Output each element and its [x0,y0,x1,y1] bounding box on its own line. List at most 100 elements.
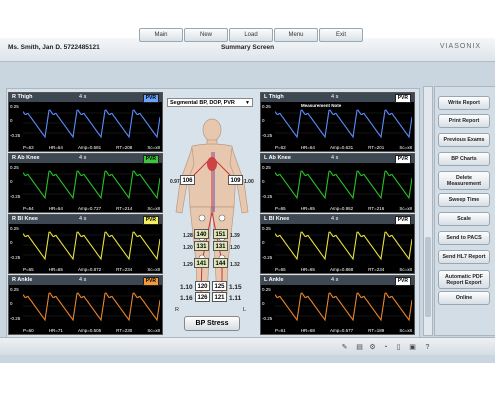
scrollbar[interactable] [423,86,433,336]
status-bar [0,337,495,355]
stat-value: RT=208 [116,145,133,150]
stat-value: P=65 [275,206,286,211]
pvr-badge: PVR [142,94,159,103]
y-tick-label: -0.25 [262,255,273,260]
sweep-time-button[interactable]: Sweep Time [438,193,490,207]
waveform-trace [23,109,160,139]
help-icon[interactable]: ? [423,343,432,352]
waveform-panel[interactable]: L Ab Knee 4 s PVR 0.25 0 -0.25 P=65 HR=65… [260,153,415,213]
panel-stats: P=65 HR=65 Amp=0.872 RT=234 Sc=x8 [23,267,160,272]
waveform-trace [275,292,412,322]
stat-value: Sc=x8 [399,206,412,211]
waveform-panel[interactable]: R Ankle 4 s PVR 0.25 0 -0.25 P=60 HR=71 Am… [8,275,163,335]
exit-button[interactable]: Exit [319,28,363,42]
send-to-pacs-button[interactable]: Send to PACS [438,231,490,245]
y-tick-label: -0.25 [262,316,273,321]
ankle2-l-index: 1.11 [229,295,242,302]
stat-value: HR=65 [300,206,315,211]
wrench-icon[interactable]: ✎ [340,343,349,352]
waveform-trace [23,292,160,322]
stat-value: P=65 [23,267,34,272]
brand-logo: VIASONIX [439,43,481,50]
stat-value: HR=64 [48,206,63,211]
waveform-panel[interactable]: L Thigh 4 s PVR Measurement Note 0.25 0 … [260,92,415,152]
panel-stats: P=63 HR=64 Amp=0.631 RT=201 Sc=x8 [275,145,412,150]
panel-location: L Bl Knee [264,216,290,222]
y-tick-label: -0.25 [10,316,21,321]
thigh-l-index: 1.39 [230,233,240,239]
stat-value: RT=189 [368,328,385,333]
thigh-r-index: 1.28 [183,233,193,239]
online-button[interactable]: Online [438,291,490,305]
stat-value: RT=201 [368,145,385,150]
bp-charts-button[interactable]: BP Charts [438,152,490,166]
blknee-l-index: 1.32 [230,262,240,268]
waveform-panel[interactable]: R Bl Knee 4 s PVR 0.25 0 -0.25 P=65 HR=65… [8,214,163,274]
right-side-label: R [175,307,179,313]
stat-value: RT=234 [116,267,133,272]
send-hl7-report-button[interactable]: Send HL7 Report [438,250,490,264]
new-button[interactable]: New [184,28,228,42]
abknee-r-index: 1.20 [183,245,193,251]
y-tick-label: -0.25 [10,133,21,138]
y-tick-label: -0.25 [10,255,21,260]
stat-value: Amp=0.581 [77,145,102,150]
load-button[interactable]: Load [229,28,273,42]
heart-icon [207,157,217,171]
panel-time: 4 s [79,277,87,283]
y-tick-label: 0 [262,240,265,245]
stat-value: HR=71 [48,328,63,333]
stat-value: RT=214 [116,206,133,211]
stat-value: Amp=0.952 [329,206,354,211]
waveform-trace [23,170,160,200]
bell-icon[interactable]: ◔ [381,343,390,352]
stat-value: P=64 [23,206,34,211]
stat-value: Amp=0.868 [329,267,354,272]
thigh-l-pressure: 151 [213,229,228,239]
waveform-panel[interactable]: R Thigh 4 s PVR 0.25 0 -0.25 P=63 HR=64 Am… [8,92,163,152]
stat-value: P=63 [275,145,286,150]
panel-time: 4 s [331,155,339,161]
bp-stress-button[interactable]: BP Stress [184,316,240,331]
stat-value: HR=64 [300,145,315,150]
y-tick-label: 0.25 [10,104,19,109]
stat-value: Amp=0.631 [329,145,354,150]
y-tick-label: -0.25 [262,194,273,199]
write-report-button[interactable]: Write Report [438,96,490,110]
document-icon[interactable]: ▯ [394,343,403,352]
chevron-down-icon: ▼ [245,100,250,106]
y-tick-label: 0.25 [10,226,19,231]
delete-measurement-button[interactable]: Delete Measurement [438,171,490,190]
stat-value: Sc=x8 [147,328,160,333]
waveform-trace [23,231,160,261]
pvr-badge: PVR [142,277,159,286]
stat-value: HR=64 [48,145,63,150]
window-title: Summary Screen [220,44,275,51]
main-button[interactable]: Main [139,28,183,42]
stat-value: RT=234 [368,267,385,272]
brachial-l-pressure: 109 [228,175,243,185]
panel-time: 4 s [79,216,87,222]
y-tick-label: 0.25 [262,287,271,292]
pdf-icon[interactable]: ▣ [408,343,417,352]
view-dropdown[interactable]: Segmental BP, DOP, PVR ▼ [167,98,253,107]
previous-exams-button[interactable]: Previous Exams [438,133,490,147]
y-tick-label: 0.25 [262,165,271,170]
gear-icon[interactable]: ⚙ [368,343,377,352]
automatic-pdf-report-export-button[interactable]: Automatic PDF Report Export [438,270,490,289]
waveform-panel[interactable]: L Ankle 4 s PVR 0.25 0 -0.25 P=61 HR=68 Am… [260,275,415,335]
stat-value: Sc=x8 [147,206,160,211]
y-tick-label: -0.25 [10,194,21,199]
scrollbar-thumb[interactable] [425,237,431,317]
waveform-panel[interactable]: L Bl Knee 4 s PVR 0.25 0 -0.25 P=65 HR=65… [260,214,415,274]
scale-button[interactable]: Scale [438,212,490,226]
y-tick-label: 0.25 [10,287,19,292]
printer-icon[interactable]: ▤ [355,343,364,352]
waveform-panel[interactable]: R Ab Knee 4 s PVR 0.25 0 -0.25 P=64 HR=64… [8,153,163,213]
stat-value: P=60 [23,328,34,333]
view-dropdown-value: Segmental BP, DOP, PVR [170,100,235,106]
panel-location: R Thigh [12,94,33,100]
menu-button[interactable]: Menu [274,28,318,42]
stat-value: Sc=x8 [399,267,412,272]
print-report-button[interactable]: Print Report [438,114,490,128]
